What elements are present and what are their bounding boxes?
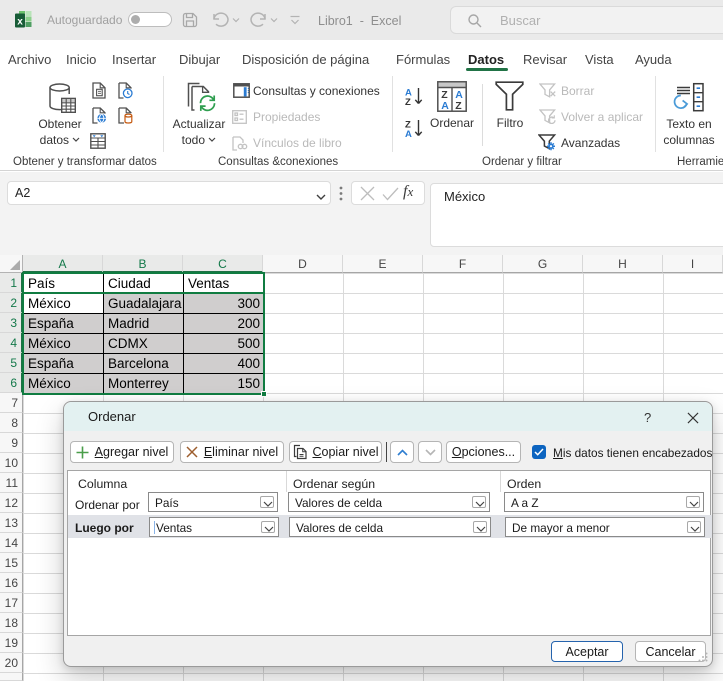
svg-text:A: A (405, 129, 412, 138)
svg-text:A: A (441, 100, 449, 112)
svg-text:x: x (17, 17, 23, 28)
svg-text:Z: Z (455, 100, 462, 112)
svg-text:Z: Z (405, 97, 411, 106)
